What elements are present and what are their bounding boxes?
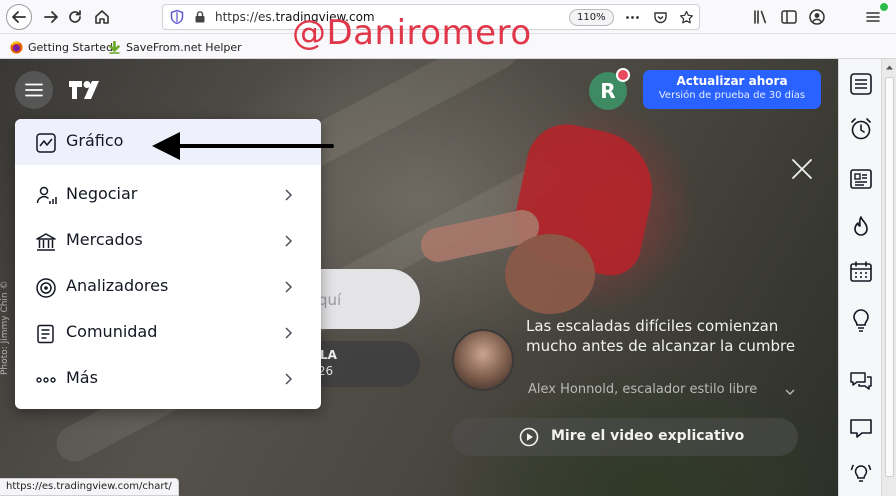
bank-icon [36, 233, 56, 251]
star-icon[interactable] [679, 10, 694, 25]
url-prefix: https://es. [215, 10, 276, 24]
chevron-right-icon [285, 235, 293, 247]
menu-item-label: Gráfico [66, 131, 124, 150]
bookmark-label: Getting Started [28, 40, 114, 54]
dots-icon [36, 377, 56, 383]
lock-icon[interactable] [193, 10, 207, 24]
trader-icon [36, 186, 57, 204]
notification-badge [616, 68, 630, 82]
menu-item-negociar[interactable]: Negociar [15, 172, 321, 218]
play-circle-icon [519, 427, 539, 447]
author-portrait [452, 329, 514, 391]
menu-item-mas[interactable]: Más [15, 356, 321, 402]
ticker-symbol: LA [320, 348, 337, 362]
more-dots-icon[interactable] [625, 10, 640, 25]
chevron-right-icon [285, 281, 293, 293]
scroll-up-arrow-icon[interactable] [885, 63, 894, 72]
chevron-right-icon [285, 327, 293, 339]
chat-bubbles-icon[interactable] [848, 369, 874, 395]
ideas-stream-icon[interactable] [848, 461, 874, 487]
alarm-clock-icon[interactable] [848, 116, 874, 142]
search-placeholder: quí [318, 291, 342, 309]
bookmark-label: SaveFrom.net Helper [126, 40, 242, 54]
pocket-icon[interactable] [653, 10, 668, 25]
hotlist-flame-icon[interactable] [848, 214, 874, 240]
chevron-right-icon [285, 189, 293, 201]
annotation-arrow-icon [152, 132, 334, 160]
hero-quote: Las escaladas difíciles comienzan mucho … [526, 317, 796, 355]
back-button[interactable] [6, 4, 32, 30]
menu-item-label: Mercados [66, 230, 143, 249]
menu-item-analizadores[interactable]: Analizadores [15, 264, 321, 310]
reload-icon [69, 10, 81, 23]
hamburger-icon [25, 83, 43, 97]
upgrade-now-button[interactable]: Actualizar ahora Versión de prueba de 30… [643, 70, 821, 109]
target-icon [36, 278, 56, 298]
watch-video-label: Mire el video explicativo [551, 428, 745, 444]
calendar-icon[interactable] [848, 259, 874, 285]
menu-item-label: Negociar [66, 184, 138, 203]
home-button[interactable] [89, 4, 115, 30]
sidebar-toggle-icon[interactable] [780, 8, 798, 26]
home-icon [95, 10, 109, 24]
ideas-lightbulb-icon[interactable] [848, 307, 874, 333]
chevron-down-icon[interactable] [784, 386, 796, 398]
close-icon[interactable] [790, 157, 814, 181]
chevron-right-icon [285, 373, 293, 385]
chart-line-icon [36, 133, 56, 153]
account-icon[interactable] [808, 8, 826, 26]
document-icon [37, 324, 54, 344]
update-notification-dot [879, 2, 889, 12]
page-scrollbar[interactable] [881, 59, 896, 496]
scroll-thumb[interactable] [885, 77, 894, 477]
upgrade-subtitle: Versión de prueba de 30 días [658, 90, 806, 101]
watchlist-icon[interactable] [848, 71, 874, 97]
library-icon[interactable] [752, 8, 770, 26]
quote-author: Alex Honnold, escalador estilo libre [528, 382, 758, 397]
right-toolbar [838, 59, 881, 496]
firefox-icon [10, 41, 23, 53]
download-arrow-icon [109, 40, 120, 54]
status-bar-url: https://es.tradingview.com/chart/ [0, 478, 179, 496]
hamburger-menu-icon[interactable] [864, 8, 882, 26]
forward-button[interactable] [38, 4, 64, 30]
tradingview-logo-icon[interactable] [68, 79, 104, 101]
upgrade-title: Actualizar ahora [676, 74, 788, 88]
hero-section: R Actualizar ahora Versión de prueba de … [0, 59, 838, 496]
watermark-text: @Daniromero [292, 13, 532, 53]
arrow-left-icon [12, 11, 26, 23]
menu-item-label: Analizadores [66, 276, 169, 295]
bookmark-getting-started[interactable]: Getting Started [10, 39, 113, 55]
arrow-right-icon [44, 11, 58, 23]
menu-item-label: Comunidad [66, 322, 158, 341]
reload-button[interactable] [62, 4, 88, 30]
news-icon[interactable] [848, 166, 874, 192]
climber-head [505, 234, 595, 314]
main-menu-button[interactable] [15, 71, 53, 109]
menu-item-mercados[interactable]: Mercados [15, 218, 321, 264]
chat-icon[interactable] [848, 416, 874, 442]
bookmark-savefrom[interactable]: SaveFrom.net Helper [108, 39, 242, 55]
menu-item-label: Más [66, 368, 98, 387]
shield-icon[interactable] [169, 9, 185, 25]
photo-credit: Photo: Jimmy Chin © [0, 280, 10, 376]
menu-item-comunidad[interactable]: Comunidad [15, 310, 321, 356]
zoom-badge[interactable]: 110% [569, 9, 614, 26]
